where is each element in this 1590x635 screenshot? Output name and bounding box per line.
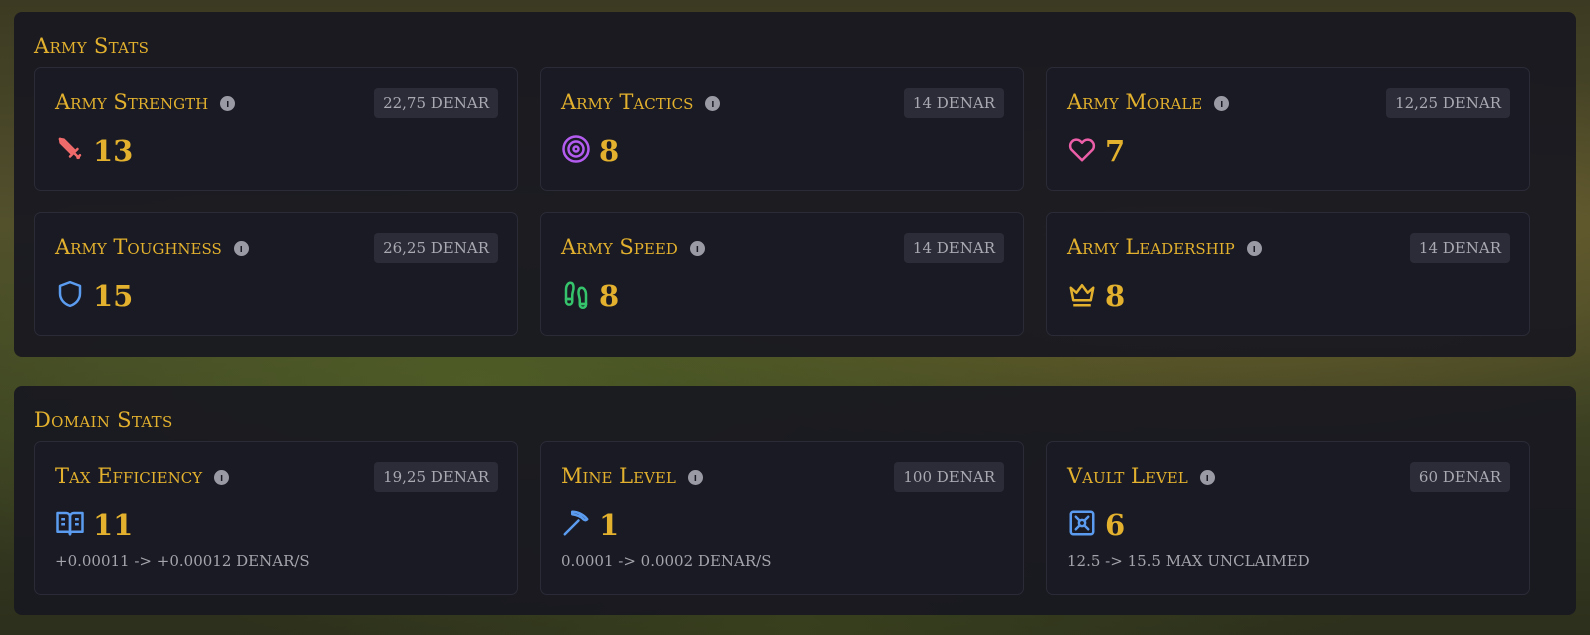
- vault-level-capacity: 12.5 -> 15.5 MAX UNCLAIMED: [1067, 552, 1310, 570]
- vault-level-value: 6: [1105, 508, 1126, 542]
- tax-efficiency-rate: +0.00011 -> +0.00012 DENAR/S: [55, 552, 310, 570]
- army-toughness-card[interactable]: Army Toughness i 26,25 DENAR 15: [34, 212, 518, 336]
- domain-stats-title: Domain Stats: [34, 408, 173, 432]
- sword-icon: [55, 134, 85, 168]
- army-morale-card[interactable]: Army Morale i 12,25 DENAR 7: [1046, 67, 1530, 191]
- army-stats-title: Army Stats: [34, 34, 150, 58]
- army-morale-value: 7: [1105, 134, 1126, 168]
- mine-level-value: 1: [599, 508, 620, 542]
- army-tactics-cost[interactable]: 14 DENAR: [903, 88, 1004, 118]
- info-icon[interactable]: i: [1199, 470, 1215, 485]
- army-strength-card[interactable]: Army Strength i 22,75 DENAR 13: [34, 67, 518, 191]
- info-icon[interactable]: i: [1246, 241, 1262, 256]
- tax-efficiency-title: Tax Efficiency: [55, 464, 203, 488]
- info-icon[interactable]: i: [687, 470, 703, 485]
- army-speed-card[interactable]: Army Speed i 14 DENAR 8: [540, 212, 1024, 336]
- info-icon[interactable]: i: [233, 241, 249, 256]
- crown-icon: [1067, 279, 1097, 313]
- vault-level-title: Vault Level: [1067, 464, 1188, 488]
- army-tactics-title: Army Tactics: [561, 90, 694, 114]
- mine-level-rate: 0.0001 -> 0.0002 DENAR/S: [561, 552, 772, 570]
- mine-level-card[interactable]: Mine Level i 100 DENAR 1 0.0001 -> 0.000…: [540, 441, 1024, 595]
- army-speed-cost[interactable]: 14 DENAR: [903, 233, 1004, 263]
- army-leadership-cost[interactable]: 14 DENAR: [1409, 233, 1510, 263]
- heart-icon: [1067, 134, 1097, 168]
- army-leadership-value: 8: [1105, 279, 1126, 313]
- shield-icon: [55, 279, 85, 313]
- vault-icon: [1067, 508, 1097, 542]
- army-strength-cost[interactable]: 22,75 DENAR: [374, 88, 498, 118]
- army-toughness-title: Army Toughness: [55, 235, 222, 259]
- army-strength-title: Army Strength: [55, 90, 209, 114]
- army-morale-title: Army Morale: [1067, 90, 1203, 114]
- book-icon: [55, 508, 85, 542]
- army-morale-cost[interactable]: 12,25 DENAR: [1386, 88, 1510, 118]
- info-icon[interactable]: i: [1214, 96, 1230, 111]
- army-leadership-card[interactable]: Army Leadership i 14 DENAR 8: [1046, 212, 1530, 336]
- vault-level-card[interactable]: Vault Level i 60 DENAR 6 12.5 -> 15.5 MA…: [1046, 441, 1530, 595]
- domain-stats-panel: Domain Stats Tax Efficiency i 19,25 DENA…: [14, 386, 1576, 615]
- info-icon[interactable]: i: [705, 96, 721, 111]
- army-toughness-cost[interactable]: 26,25 DENAR: [374, 233, 498, 263]
- army-tactics-card[interactable]: Army Tactics i 14 DENAR 8: [540, 67, 1024, 191]
- info-icon[interactable]: i: [689, 241, 705, 256]
- pickaxe-icon: [561, 508, 591, 542]
- footprints-icon: [561, 279, 591, 313]
- vault-level-cost[interactable]: 60 DENAR: [1409, 462, 1510, 492]
- army-speed-value: 8: [599, 279, 620, 313]
- army-speed-title: Army Speed: [561, 235, 678, 259]
- tax-efficiency-card[interactable]: Tax Efficiency i 19,25 DENAR 11 +0.00011…: [34, 441, 518, 595]
- army-strength-value: 13: [93, 134, 134, 168]
- army-toughness-value: 15: [93, 279, 134, 313]
- army-stats-panel: Army Stats Army Strength i 22,75 DENAR 1…: [14, 12, 1576, 357]
- info-icon[interactable]: i: [214, 470, 230, 485]
- tax-efficiency-value: 11: [93, 508, 134, 542]
- mine-level-title: Mine Level: [561, 464, 676, 488]
- army-leadership-title: Army Leadership: [1067, 235, 1235, 259]
- army-tactics-value: 8: [599, 134, 620, 168]
- tax-efficiency-cost[interactable]: 19,25 DENAR: [374, 462, 498, 492]
- info-icon[interactable]: i: [220, 96, 236, 111]
- target-icon: [561, 134, 591, 168]
- mine-level-cost[interactable]: 100 DENAR: [894, 462, 1004, 492]
